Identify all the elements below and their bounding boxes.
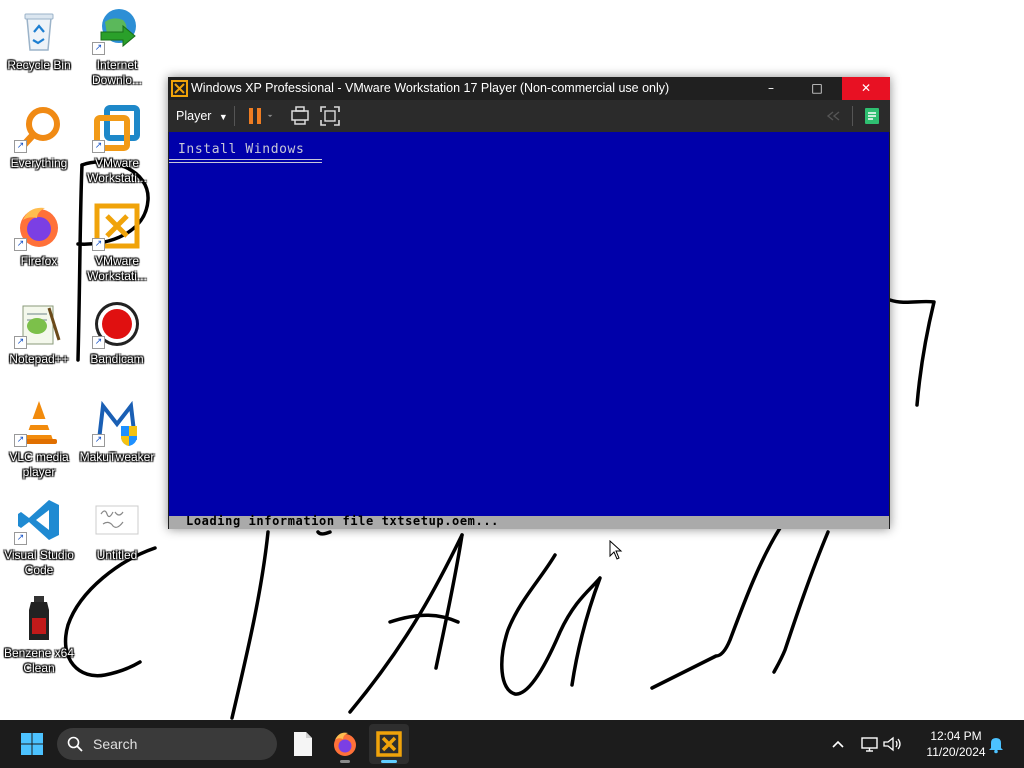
desktop-icon-label: Notepad++	[9, 352, 69, 366]
search-icon	[67, 736, 83, 752]
vmware-player-shortcut[interactable]: ↗ VMware Workstati...	[78, 198, 156, 288]
shortcut-arrow-icon: ↗	[14, 434, 27, 447]
minimize-button[interactable]: –	[748, 77, 794, 100]
back-arrows-icon	[826, 111, 840, 121]
windows-start-icon[interactable]	[20, 732, 44, 756]
full-screen-icon[interactable]	[318, 104, 342, 128]
maximize-button[interactable]: □	[794, 77, 840, 100]
shortcut-arrow-icon: ↗	[92, 140, 105, 153]
network-icon[interactable]	[860, 732, 880, 756]
shortcut-arrow-icon: ↗	[14, 140, 27, 153]
player-menu-button[interactable]: Player ▼	[170, 104, 228, 128]
taskbar-file-explorer[interactable]	[282, 724, 322, 764]
running-indicator	[340, 760, 350, 763]
everything-shortcut[interactable]: ↗ Everything	[0, 100, 78, 190]
shortcut-arrow-icon: ↗	[14, 336, 27, 349]
desktop-icon-label: MakuTweaker	[79, 450, 155, 464]
makutweaker-shortcut[interactable]: ↗ MakuTweaker	[78, 394, 156, 484]
vlc-media-player-shortcut[interactable]: ↗ VLC media player	[0, 394, 78, 484]
bandicam-shortcut[interactable]: ↗ Bandicam	[78, 296, 156, 386]
setup-title-underline	[169, 159, 322, 163]
shortcut-arrow-icon: ↗	[92, 336, 105, 349]
setup-status-text: Loading information file txtsetup.oem...	[186, 514, 499, 528]
vmware-player-icon	[376, 731, 402, 757]
library-notes-icon[interactable]	[860, 104, 884, 128]
taskbar-firefox[interactable]	[325, 724, 365, 764]
desktop-icon-label: Everything	[10, 156, 68, 170]
notepad-plus-plus-shortcut[interactable]: ↗ Notepad++	[0, 296, 78, 386]
firefox-icon	[334, 732, 356, 756]
benzene-bottle-icon	[29, 596, 49, 640]
vmware-player-icon	[171, 80, 188, 97]
vmware-workstation-shortcut[interactable]: ↗ VMware Workstati...	[78, 100, 156, 190]
desktop-icon-label: Visual Studio Code	[4, 548, 74, 577]
desktop-icon-label: Internet Downlo...	[91, 58, 143, 87]
setup-title: Install Windows	[178, 142, 305, 157]
mouse-cursor-icon	[609, 540, 623, 560]
desktop-icon-label: VMware Workstati...	[87, 156, 147, 185]
shortcut-arrow-icon: ↗	[92, 238, 105, 251]
shortcut-arrow-icon: ↗	[92, 42, 105, 55]
desktop-icon-label: Benzene x64 Clean	[3, 646, 75, 675]
image-file-thumbnail-icon	[95, 505, 139, 535]
show-hidden-icons-chevron-icon[interactable]	[828, 732, 848, 756]
shortcut-arrow-icon: ↗	[14, 532, 27, 545]
window-titlebar[interactable]: Windows XP Professional - VMware Worksta…	[168, 77, 890, 100]
guest-console-screen[interactable]: Install Windows Loading information file…	[169, 132, 889, 529]
active-indicator	[381, 760, 397, 763]
recycle-bin-shortcut[interactable]: Recycle Bin	[0, 2, 78, 92]
pause-icon[interactable]	[244, 104, 268, 128]
taskbar-search-box[interactable]: Search	[57, 728, 277, 760]
desktop-icon-label: Untitled	[96, 548, 138, 562]
shortcut-arrow-icon: ↗	[92, 434, 105, 447]
taskbar-vmware-player[interactable]	[369, 724, 409, 764]
file-icon	[294, 732, 312, 756]
window-title: Windows XP Professional - VMware Worksta…	[191, 81, 670, 95]
volume-icon[interactable]	[882, 732, 902, 756]
visual-studio-code-shortcut[interactable]: ↗ Visual Studio Code	[0, 492, 78, 582]
desktop-icon-label: Bandicam	[90, 352, 144, 366]
firefox-shortcut[interactable]: ↗ Firefox	[0, 198, 78, 288]
desktop-icon-label: Firefox	[20, 254, 58, 268]
shortcut-arrow-icon: ↗	[14, 238, 27, 251]
player-toolbar: Player ▼	[168, 100, 890, 132]
setup-status-bar: Loading information file txtsetup.oem...	[169, 514, 889, 529]
vmware-player-window[interactable]: Windows XP Professional - VMware Worksta…	[168, 77, 890, 529]
close-button[interactable]: ✕	[842, 77, 890, 100]
chevron-down-icon: ▼	[218, 112, 228, 122]
desktop-icon-label: VMware Workstati...	[87, 254, 147, 283]
desktop-icon-label: VLC media player	[9, 450, 69, 479]
taskbar: Search 12:04 PM 11/20/2024	[0, 720, 1024, 768]
toolbar-separator	[852, 106, 853, 126]
desktop-icon-label: Recycle Bin	[7, 58, 71, 72]
player-menu-label: Player	[176, 109, 212, 123]
notification-bell-icon[interactable]	[986, 734, 1006, 754]
untitled-file[interactable]: Untitled	[78, 492, 156, 582]
search-label: Search	[93, 736, 138, 752]
recycle-bin-icon	[24, 13, 54, 51]
send-ctrl-alt-del-icon[interactable]	[288, 104, 312, 128]
benzene-x64-clean-shortcut[interactable]: Benzene x64 Clean	[0, 590, 78, 680]
toolbar-separator	[234, 106, 235, 126]
power-dropdown-chevron-icon[interactable]	[266, 104, 280, 128]
internet-download-manager-shortcut[interactable]: ↗ Internet Downlo...	[78, 2, 156, 92]
desktop: Recycle Bin ↗ Internet Downlo... ↗ Every…	[0, 0, 1024, 720]
